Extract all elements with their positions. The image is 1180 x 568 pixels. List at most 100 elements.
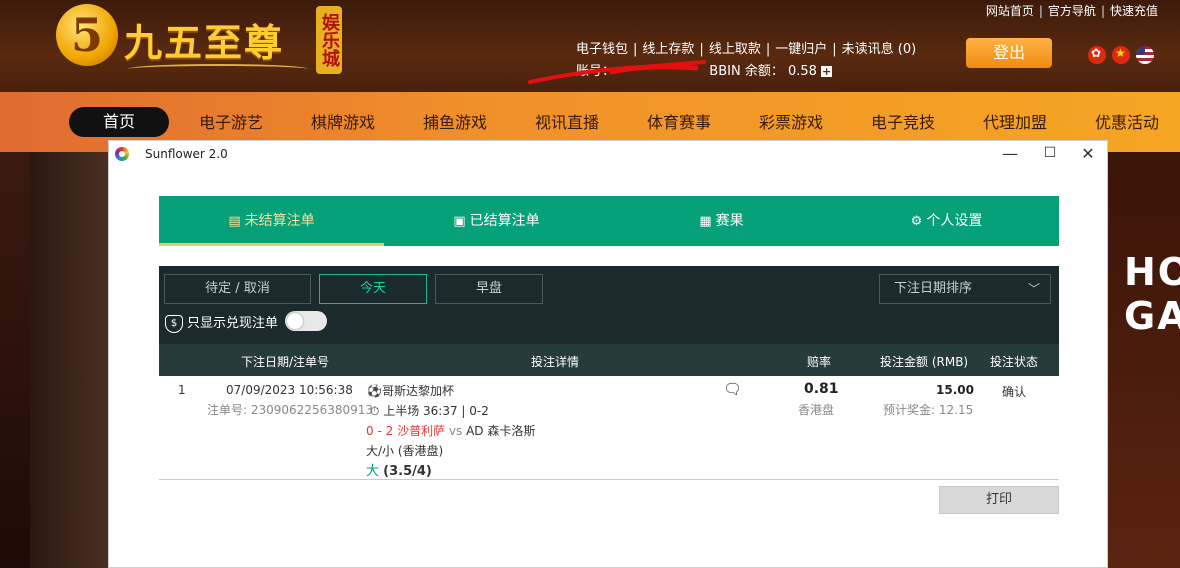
selection: 大 (3.5/4) [366,460,432,479]
vs-text: vs [448,424,463,438]
cashout-filter: $ 只显示兑现注单 [165,312,278,333]
header-odds: 赔率 [807,355,832,369]
balance-value: 0.58 [787,64,817,79]
divider: | [633,42,638,57]
estimated-payout: 预计奖金: 12.15 [883,401,973,418]
stopwatch-icon: ⏱ [370,404,380,418]
divider: | [765,42,771,57]
bet-status: 确认 [1002,385,1027,399]
league-name: 哥斯达黎加杯 [381,384,454,398]
nav-affiliate[interactable]: 代理加盟 [983,109,1047,133]
tab-label: 赛果 [715,213,744,229]
link-ewallet[interactable]: 电子钱包 [576,42,628,57]
bet-number-label: 注单号: [207,403,251,417]
match: 0 - 2 沙普利萨 vs AD 森卡洛斯 [366,422,535,439]
china-flag-icon[interactable] [1112,45,1130,64]
logo-badge: 娱乐城 [316,6,342,74]
close-icon[interactable]: ✕ [1073,144,1103,163]
filter-early-button[interactable]: 早盘 [435,274,543,304]
header-date: 下注日期/注单号 [241,355,330,369]
tab-results[interactable]: ▦ 赛果 [609,196,834,246]
maximize-icon[interactable]: ☐ [1035,145,1065,161]
cashout-toggle[interactable] [285,311,327,331]
sort-select[interactable]: 下注日期排序 ﹀ [879,274,1051,304]
banner-line-2: GAM [1124,294,1180,338]
link-online-deposit[interactable]: 线上存款 [642,42,694,57]
us-flag-icon[interactable] [1136,45,1154,64]
background-banner: HOTGAM [1108,152,1180,568]
period-score: 0-2 [469,404,489,418]
table-header: 下注日期/注单号 投注详情 赔率 投注金额 (RMB) 投注状态 [159,344,1059,376]
odds-value: 0.81 [804,381,839,397]
hong-kong-flag-icon[interactable] [1088,45,1106,64]
tab-label: 已结算注单 [469,213,540,229]
nav-fishing-games[interactable]: 捕鱼游戏 [423,109,487,133]
tab-settings[interactable]: ⚙ 个人设置 [834,196,1059,246]
header-details: 投注详情 [531,355,580,369]
odds-type: 香港盘 [798,403,835,417]
divider: | [1100,4,1105,18]
sunflower-window: Sunflower 2.0 — ☐ ✕ ▤ 未结算注单 ▣ 已结算注单 ▦ 赛果 ⚙ 个… [108,140,1108,568]
match-score: 0 - 2 [366,424,394,438]
cashout-filter-label: 只显示兑现注单 [187,316,279,331]
minimize-icon[interactable]: — [995,144,1025,163]
settled-icon: ▣ [453,214,466,229]
chat-icon[interactable]: 🗨 [723,380,742,398]
window-titlebar[interactable]: Sunflower 2.0 — ☐ ✕ [109,141,1107,168]
nav-electronic-games[interactable]: 电子游艺 [199,109,263,133]
filter-today-button[interactable]: 今天 [319,274,427,304]
logo-emblem: 5 [56,4,118,66]
logout-button[interactable]: 登出 [966,38,1052,68]
banner-line-1: HOT [1124,250,1180,294]
bet-date: 07/09/2023 10:56:38 [226,383,353,397]
chevron-down-icon: ﹀ [1027,282,1040,296]
nav-sports[interactable]: 体育赛事 [647,109,711,133]
tab-settled[interactable]: ▣ 已结算注单 [384,196,609,246]
nav-home[interactable]: 首页 [69,107,169,137]
nav-lottery[interactable]: 彩票游戏 [759,109,823,133]
away-team: AD 森卡洛斯 [466,424,536,438]
filter-panel: 待定 / 取消 今天 早盘 下注日期排序 ﹀ $ 只显示兑现注单 下注日期/注单号 … [159,266,1059,376]
nav-card-games[interactable]: 棋牌游戏 [311,109,375,133]
sort-select-value: 下注日期排序 [894,281,973,296]
site-header: 5 九五至尊 娱乐城 网站首页 | 官方导航 | 快速充值 电子钱包 | 线上存款 | 线上取款… [0,0,1180,92]
nav-promotions[interactable]: 优惠活动 [1095,109,1159,133]
link-official-nav[interactable]: 官方导航 [1048,4,1096,18]
link-quick-deposit[interactable]: 快速充值 [1110,4,1158,18]
stake-amount: 15.00 [936,383,974,397]
add-funds-icon[interactable]: + [821,66,833,77]
home-team: 沙普利萨 [397,424,446,438]
gear-icon: ⚙ [910,214,923,229]
banner-text: HOTGAM [1124,250,1180,338]
period-time: 上半场 36:37 [383,404,458,418]
link-one-click-transfer[interactable]: 一键归户 [775,42,827,57]
sunflower-app-icon [115,147,129,161]
bet-tabs: ▤ 未结算注单 ▣ 已结算注单 ▦ 赛果 ⚙ 个人设置 [159,196,1059,246]
row-index: 1 [178,383,186,397]
logo-name: 九五至尊 [124,20,285,65]
filter-pending-button[interactable]: 待定 / 取消 [164,274,311,304]
receipt-icon: ▤ [228,214,241,229]
nav-esports[interactable]: 电子竞技 [871,109,935,133]
divider: | [699,42,704,57]
divider: | [832,42,837,57]
money-bag-icon: $ [165,314,183,333]
table-row: 1 07/09/2023 10:56:38 注单号: 2309062256380… [159,376,1059,480]
logo-flourish [128,64,308,74]
print-button[interactable]: 打印 [939,486,1059,514]
header-stake: 投注金额 (RMB) [880,355,969,369]
league: ⚽哥斯达黎加杯 [367,382,454,399]
link-unread-messages[interactable]: 未读讯息 (0) [842,42,917,57]
tab-unsettled[interactable]: ▤ 未结算注单 [159,196,384,246]
soccer-ball-icon: ⚽ [367,384,382,398]
nav-live-casino[interactable]: 视讯直播 [535,109,599,133]
header-status: 投注状态 [990,355,1039,369]
redaction-scribble [528,60,706,84]
window-title: Sunflower 2.0 [145,147,228,161]
link-online-withdraw[interactable]: 线上取款 [709,42,761,57]
divider: | [1038,4,1043,18]
site-logo[interactable]: 5 九五至尊 娱乐城 [54,2,344,82]
bet-number-value: 2309062256380913 [250,403,374,417]
account-links: 电子钱包 | 线上存款 | 线上取款 | 一键归户 | 未读讯息 (0) [576,38,916,57]
link-home[interactable]: 网站首页 [986,4,1034,18]
